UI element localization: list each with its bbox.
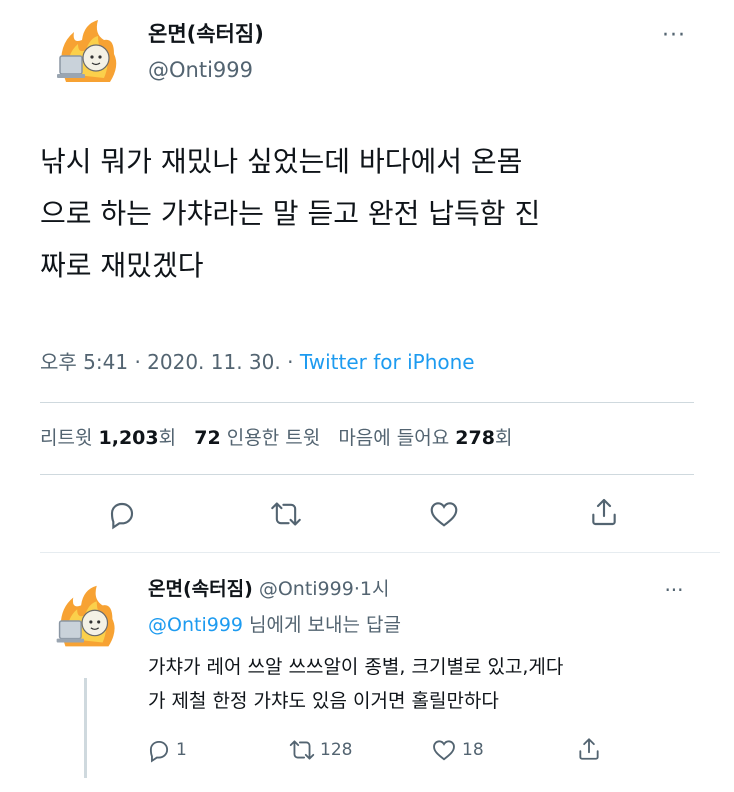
likes-label: 마음에 들어요 — [338, 427, 450, 449]
share-button[interactable] — [584, 492, 624, 532]
more-icon[interactable]: ··· — [654, 578, 694, 602]
reply-share-button[interactable] — [574, 734, 604, 764]
avatar[interactable] — [40, 10, 132, 102]
quotes-count: 72 — [194, 427, 221, 449]
display-name[interactable]: 온면(속터짐) — [148, 578, 253, 600]
handle[interactable]: @Onti999 — [259, 578, 354, 600]
tweet-date[interactable]: 2020. 11. 30. — [147, 350, 281, 374]
separator: · — [287, 350, 294, 374]
likes-stat[interactable]: 마음에 들어요 278회 — [338, 427, 512, 449]
retweet-button[interactable] — [264, 494, 308, 534]
display-name[interactable]: 온면(속터짐) — [148, 20, 264, 48]
thread-line — [84, 678, 87, 778]
like-icon — [433, 740, 455, 761]
retweets-count: 1,203 — [98, 427, 159, 449]
reply-button[interactable] — [102, 494, 142, 534]
reply-like-button[interactable]: 18 — [430, 736, 484, 764]
reply-text: 가챠가 레어 쓰알 쓰쓰알이 종별, 크기별로 있고,게다 가 제철 한정 가챠… — [148, 650, 563, 718]
retweet-icon — [271, 502, 301, 526]
tweet-text: 낚시 뭐가 재밌나 싶었는데 바다에서 온몸 으로 하는 가챠라는 말 듣고 완… — [40, 136, 540, 292]
stats-row: 리트윗 1,203회 72 인용한 트윗 마음에 들어요 278회 — [40, 424, 512, 452]
avatar[interactable] — [40, 576, 130, 666]
likes-count: 278 — [455, 427, 495, 449]
divider — [40, 402, 694, 403]
retweets-stat[interactable]: 리트윗 1,203회 — [40, 427, 182, 449]
tweet-text-line: 짜로 재밌겠다 — [40, 249, 204, 282]
quotes-stat[interactable]: 72 인용한 트윗 — [194, 427, 326, 449]
reply-count: 1 — [176, 740, 187, 760]
tweet-text-line: 으로 하는 가챠라는 말 듣고 완전 납득함 진 — [40, 197, 541, 230]
share-icon — [579, 738, 599, 760]
reply-retweet-button[interactable]: 128 — [288, 736, 352, 764]
divider — [40, 474, 694, 475]
avatar-image — [40, 10, 132, 102]
tweet-source[interactable]: Twitter for iPhone — [300, 350, 475, 374]
separator: · — [134, 350, 141, 374]
handle[interactable]: @Onti999 — [148, 56, 253, 84]
tweet-text-line: 낚시 뭐가 재밌나 싶었는데 바다에서 온몸 — [40, 145, 523, 178]
reply-text-line: 가 제철 한정 가챠도 있음 이거면 홀릴만하다 — [148, 690, 499, 712]
retweet-count: 128 — [320, 740, 353, 760]
tweet-time[interactable]: 오후 5:41 — [40, 350, 128, 374]
reply-time[interactable]: 1시 — [360, 578, 390, 600]
reply-reply-button[interactable]: 1 — [146, 736, 187, 764]
reply-icon — [110, 502, 134, 530]
reply-text-line: 가챠가 레어 쓰알 쓰쓰알이 종별, 크기별로 있고,게다 — [148, 656, 564, 678]
replying-to-label: 님에게 보내는 답글 — [249, 614, 401, 636]
retweets-label: 리트윗 — [40, 427, 93, 449]
replying-to-handle[interactable]: @Onti999 — [148, 614, 243, 636]
reply-header: 온면(속터짐) @Onti999·1시 — [148, 576, 389, 602]
retweets-unit: 회 — [158, 427, 177, 449]
more-icon[interactable]: ··· — [654, 23, 694, 48]
section-separator — [40, 552, 720, 553]
replying-to: @Onti999 님에게 보내는 답글 — [148, 612, 401, 638]
timestamp-row: 오후 5:41 · 2020. 11. 30. · Twitter for iP… — [40, 348, 475, 376]
share-icon — [592, 498, 616, 526]
avatar-image — [40, 576, 130, 666]
reply-icon — [149, 740, 169, 763]
like-count: 18 — [462, 740, 484, 760]
like-button[interactable] — [422, 494, 466, 534]
retweet-icon — [289, 740, 315, 760]
like-icon — [430, 502, 458, 527]
quotes-label: 인용한 트윗 — [226, 427, 321, 449]
likes-unit: 회 — [494, 427, 513, 449]
